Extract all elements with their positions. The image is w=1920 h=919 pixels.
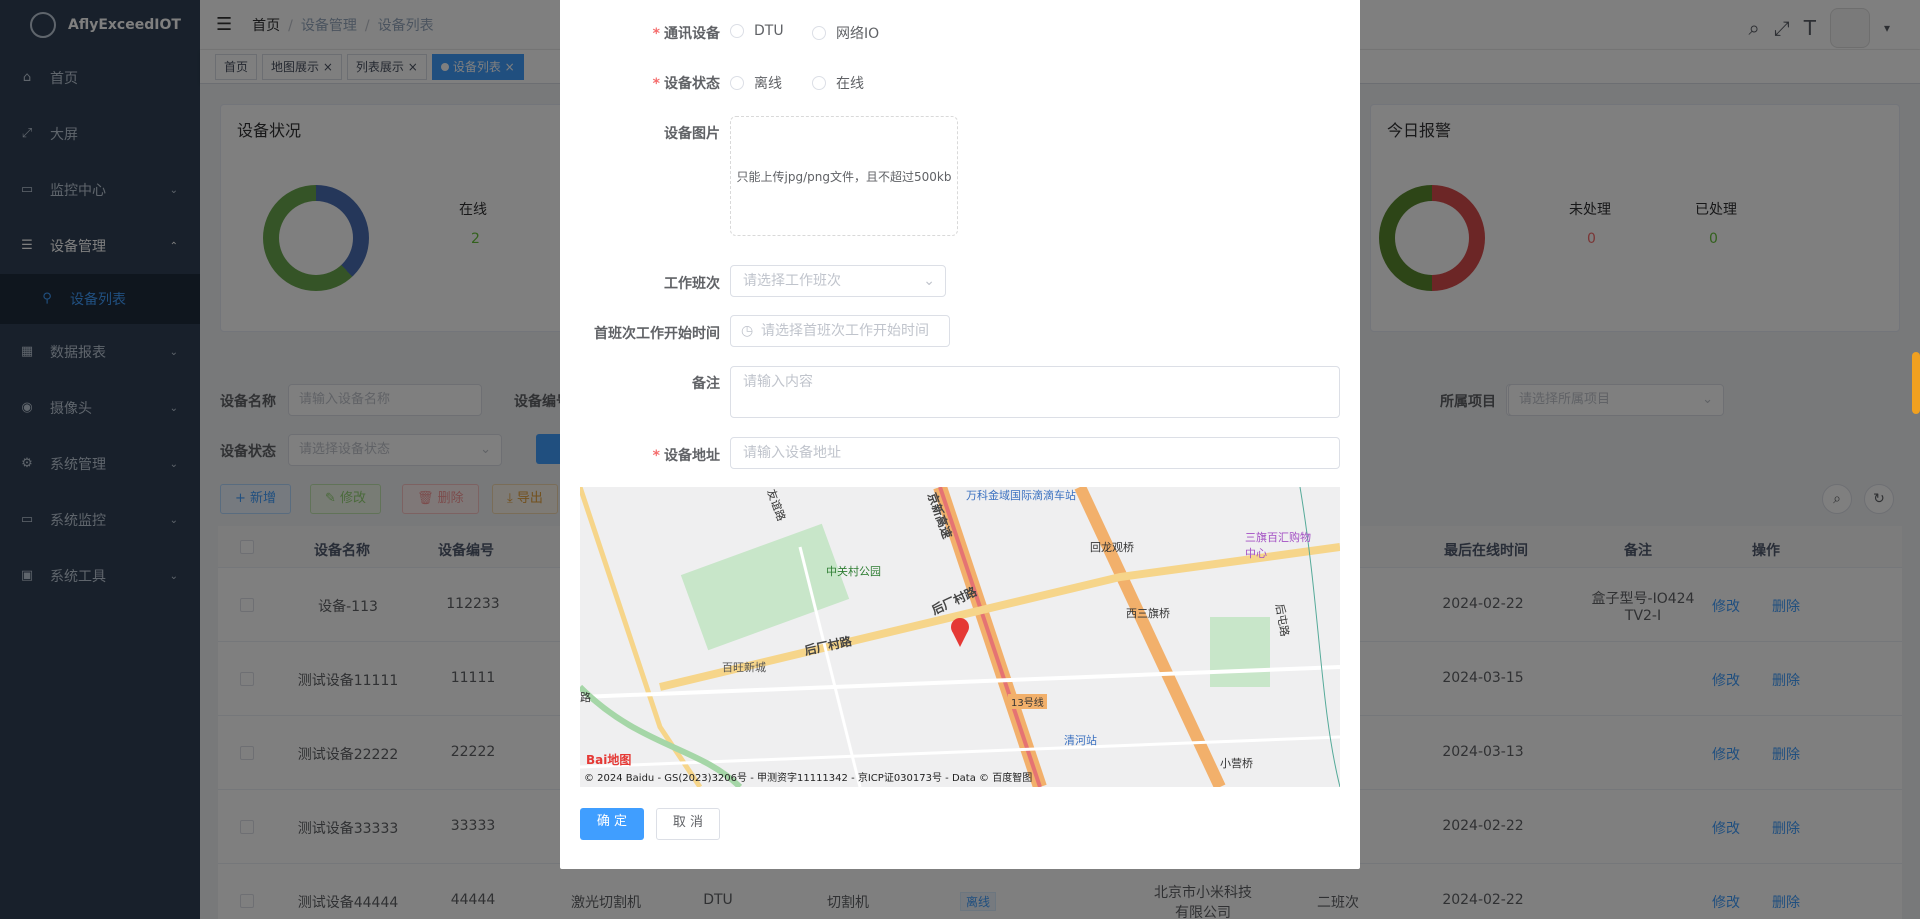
radio-label: 在线 [836, 76, 864, 92]
map-label: 百旺新城 [722, 661, 766, 674]
shift-placeholder: 请选择工作班次 [743, 273, 841, 289]
radio-online[interactable]: 在线 [812, 73, 864, 93]
comm-label: * 通讯设备 [652, 26, 720, 42]
address-placeholder: 请输入设备地址 [743, 445, 841, 461]
remark-textarea[interactable]: 请输入内容 [730, 366, 1340, 418]
map-label: 万科金域国际滴滴车站 [966, 489, 1076, 502]
chevron-down-icon: ⌄ [923, 273, 935, 289]
remark-label: 备注 [692, 376, 720, 392]
map-label: 三旗百汇购物中心 [1245, 531, 1311, 560]
baidu-logo: Bai地图 [586, 753, 632, 767]
status-label-text: 设备状态 [664, 76, 720, 92]
map-label: 回龙观桥 [1090, 541, 1134, 554]
radio-label: 网络IO [836, 26, 880, 42]
image-label: 设备图片 [664, 126, 720, 142]
address-label: * 设备地址 [652, 448, 720, 464]
remark-placeholder: 请输入内容 [743, 374, 813, 390]
status-label: * 设备状态 [652, 76, 720, 92]
map-copyright: © 2024 Baidu - GS(2023)3206号 - 甲测资字11111… [584, 773, 1033, 784]
confirm-label: 确 定 [596, 814, 628, 829]
baidu-map[interactable]: 万科金域国际滴滴车站 回龙观桥 三旗百汇购物中心 中关村公园 后厂村路 后厂村路… [580, 487, 1340, 787]
cancel-button[interactable]: 取 消 [656, 808, 720, 840]
image-upload[interactable]: 只能上传jpg/png文件，且不超过500kb [730, 116, 958, 236]
confirm-button[interactable]: 确 定 [580, 808, 644, 840]
map-label: 清河站 [1064, 734, 1097, 747]
start-time-placeholder: 请选择首班次工作开始时间 [761, 323, 929, 339]
page-scrollbar[interactable] [1912, 352, 1920, 414]
radio-offline[interactable]: 离线 [730, 73, 782, 93]
map-label: 路 [580, 691, 591, 704]
radio-label: DTU [754, 23, 784, 39]
radio-network-io[interactable]: 网络IO [812, 23, 879, 43]
cancel-label: 取 消 [672, 815, 704, 830]
address-label-text: 设备地址 [664, 448, 720, 464]
radio-label: 离线 [754, 76, 782, 92]
map-label: 中关村公园 [826, 565, 881, 578]
start-time-label: 首班次工作开始时间 [594, 326, 720, 342]
radio-dtu[interactable]: DTU [730, 23, 784, 39]
start-time-picker[interactable]: ◷ 请选择首班次工作开始时间 [730, 315, 950, 347]
map-label: 13号线 [1008, 694, 1047, 709]
device-dialog: * 通讯设备 DTU 网络IO * 设备状态 离线 在线 设备图片 只能上传jpg/… [560, 0, 1360, 869]
map-roads [580, 487, 1340, 787]
upload-tip: 只能上传jpg/png文件，且不超过500kb [736, 169, 952, 184]
map-label: 西三旗桥 [1126, 607, 1170, 620]
address-input[interactable]: 请输入设备地址 [730, 437, 1340, 469]
comm-label-text: 通讯设备 [664, 26, 720, 42]
clock-icon: ◷ [741, 323, 754, 339]
map-label: 小营桥 [1220, 757, 1253, 770]
shift-select[interactable]: 请选择工作班次 ⌄ [730, 265, 946, 297]
shift-label: 工作班次 [664, 276, 720, 292]
